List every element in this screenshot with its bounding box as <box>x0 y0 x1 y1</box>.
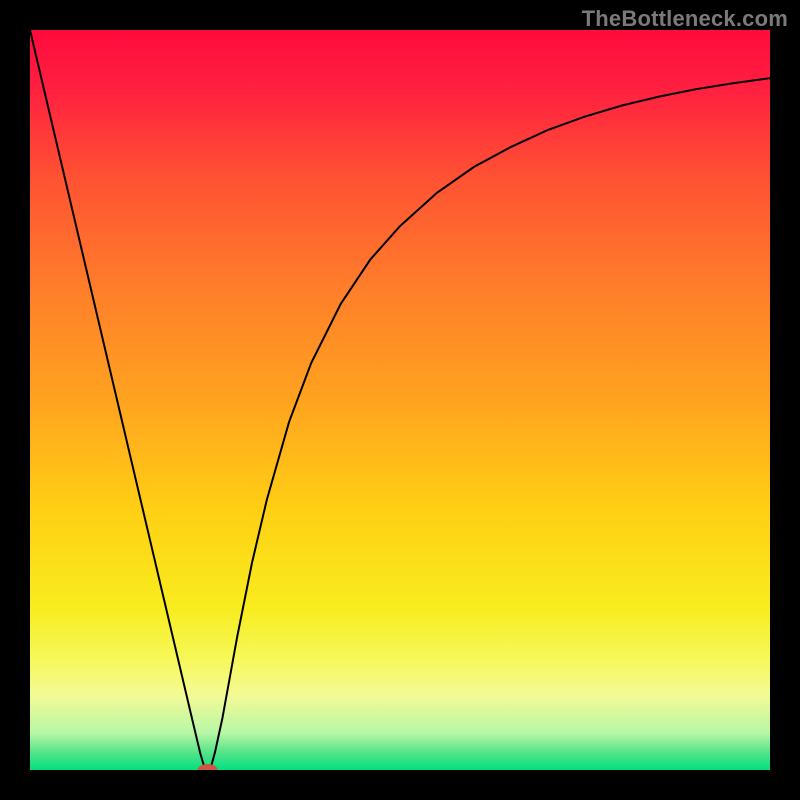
chart-svg <box>30 30 770 770</box>
watermark-text: TheBottleneck.com <box>582 6 788 32</box>
gradient-background <box>30 30 770 770</box>
plot-area <box>30 30 770 770</box>
chart-frame: TheBottleneck.com <box>0 0 800 800</box>
